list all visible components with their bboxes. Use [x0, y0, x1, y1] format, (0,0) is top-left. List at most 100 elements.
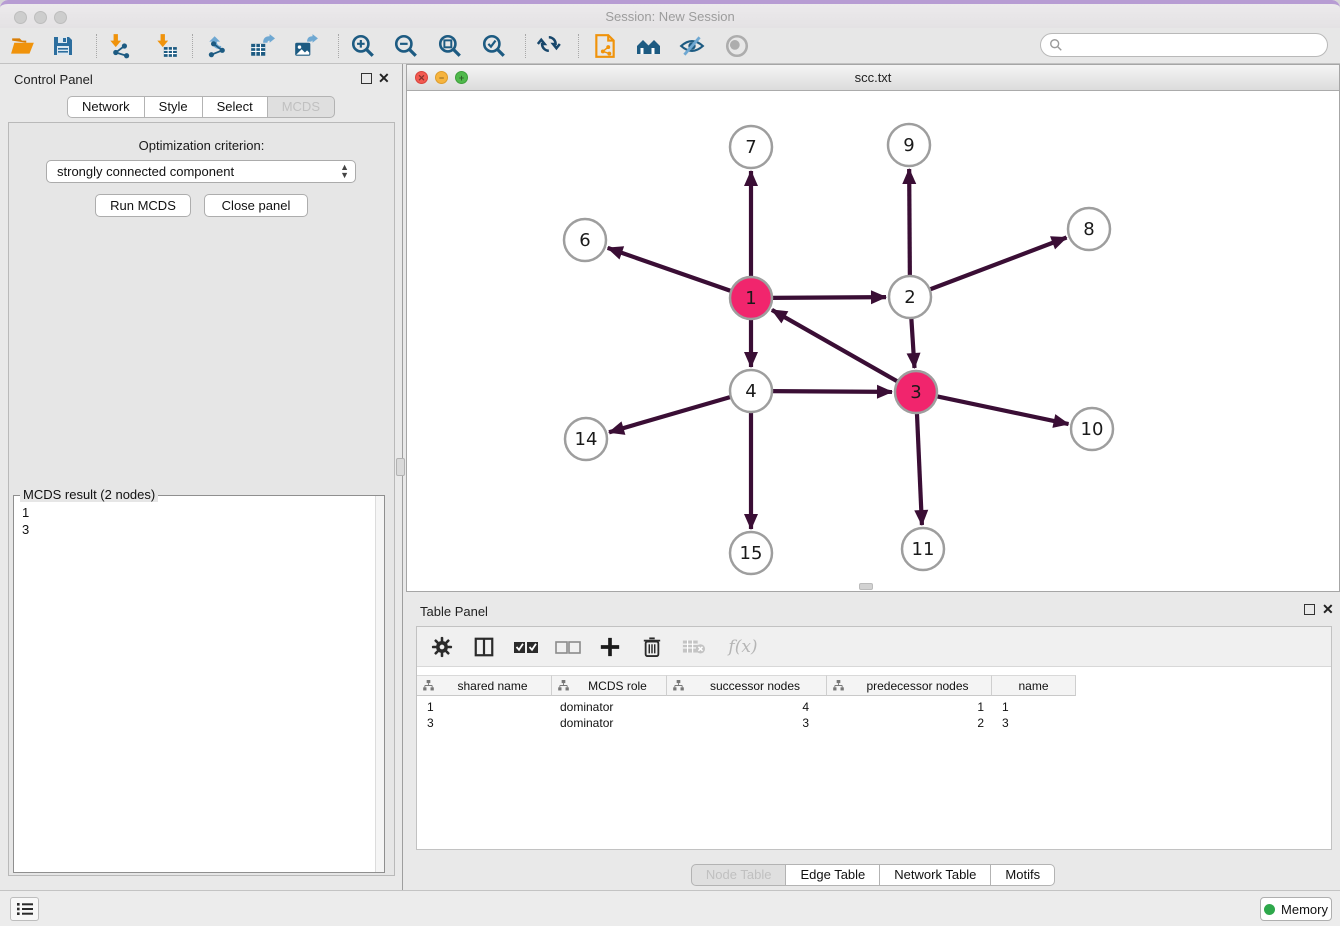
criterion-select[interactable]: strongly connected component ▲▼ [46, 160, 356, 183]
export-table-icon[interactable] [247, 31, 277, 61]
cell-predecessor-nodes[interactable]: 2 [827, 715, 992, 731]
table-row[interactable]: 1 dominator 4 1 1 [417, 699, 1076, 715]
svg-text:6: 6 [579, 230, 590, 251]
select-all-checks-icon[interactable] [513, 634, 539, 660]
graph-node-8[interactable]: 8 [1068, 208, 1110, 250]
graph-node-6[interactable]: 6 [564, 219, 606, 261]
hierarchy-icon [423, 680, 434, 691]
graph-edge-3-1[interactable] [772, 310, 899, 382]
close-table-panel-icon[interactable]: ✕ [1322, 601, 1334, 618]
memory-status-icon [1264, 904, 1275, 915]
gear-icon[interactable] [429, 634, 455, 660]
deselect-all-checks-icon[interactable] [555, 634, 581, 660]
graph-node-11[interactable]: 11 [902, 528, 944, 570]
close-panel-button[interactable]: Close panel [204, 194, 308, 217]
split-column-icon[interactable] [471, 634, 497, 660]
graph-edge-2-3[interactable] [911, 317, 914, 368]
tab-mcds[interactable]: MCDS [268, 96, 335, 118]
cell-name[interactable]: 3 [992, 715, 1076, 731]
graph-node-9[interactable]: 9 [888, 124, 930, 166]
new-network-view-icon[interactable] [590, 31, 620, 61]
open-session-icon[interactable] [8, 31, 38, 61]
mcds-result-list[interactable]: 1 3 [14, 498, 374, 872]
cell-shared-name[interactable]: 3 [417, 715, 552, 731]
graph-node-7[interactable]: 7 [730, 126, 772, 168]
export-image-icon[interactable] [291, 31, 321, 61]
delete-column-icon[interactable] [639, 634, 665, 660]
svg-text:2: 2 [904, 287, 915, 308]
float-panel-icon[interactable] [361, 73, 372, 84]
graph-edge-4-3[interactable] [771, 391, 892, 392]
network-canvas[interactable]: 7 9 6 8 1 2 4 3 14 10 15 11 [407, 91, 1339, 591]
graph-node-10[interactable]: 10 [1071, 408, 1113, 450]
save-session-icon[interactable] [48, 31, 78, 61]
result-item[interactable]: 1 [22, 504, 374, 521]
import-table-icon[interactable] [151, 31, 181, 61]
delete-table-icon[interactable] [681, 634, 707, 660]
zoom-in-icon[interactable] [348, 31, 378, 61]
column-header-mcds-role[interactable]: MCDS role [552, 675, 667, 696]
toolbar-separator [578, 34, 579, 58]
column-header-name[interactable]: name [992, 675, 1076, 696]
zoom-fit-icon[interactable] [435, 31, 465, 61]
table-row[interactable]: 3 dominator 3 2 3 [417, 715, 1076, 731]
network-window-titlebar[interactable]: ✕ − + scc.txt [407, 65, 1339, 91]
graph-node-4[interactable]: 4 [730, 370, 772, 412]
network-graph: 7 9 6 8 1 2 4 3 14 10 15 11 [407, 91, 1339, 591]
graph-node-2[interactable]: 2 [889, 276, 931, 318]
search-input[interactable] [1063, 35, 1327, 55]
svg-text:4: 4 [745, 381, 756, 402]
zoom-selected-icon[interactable] [479, 31, 509, 61]
add-column-icon[interactable] [597, 634, 623, 660]
graph-edge-1-6[interactable] [608, 248, 732, 291]
graph-edge-3-10[interactable] [936, 396, 1069, 424]
cell-mcds-role[interactable]: dominator [552, 699, 667, 715]
graph-edge-2-8[interactable] [929, 238, 1067, 290]
memory-button[interactable]: Memory [1260, 897, 1332, 921]
cell-name[interactable]: 1 [992, 699, 1076, 715]
splitter-handle[interactable] [396, 458, 405, 476]
export-network-icon[interactable] [204, 31, 234, 61]
show-view-icon[interactable] [722, 31, 752, 61]
tab-node-table[interactable]: Node Table [691, 864, 787, 886]
task-history-button[interactable] [10, 897, 39, 921]
column-header-shared-name[interactable]: shared name [417, 675, 552, 696]
graph-node-14[interactable]: 14 [565, 418, 607, 460]
tab-network[interactable]: Network [67, 96, 145, 118]
run-mcds-button[interactable]: Run MCDS [95, 194, 191, 217]
graph-node-3[interactable]: 3 [895, 371, 937, 413]
svg-text:8: 8 [1083, 219, 1094, 240]
cell-mcds-role[interactable]: dominator [552, 715, 667, 731]
column-header-successor-nodes[interactable]: successor nodes [667, 675, 827, 696]
refresh-layout-icon[interactable] [535, 31, 565, 61]
tab-style[interactable]: Style [145, 96, 203, 118]
tab-network-table[interactable]: Network Table [880, 864, 991, 886]
graph-edge-1-2[interactable] [771, 297, 886, 298]
control-panel-title: Control Panel [14, 72, 93, 87]
column-header-predecessor-nodes[interactable]: predecessor nodes [827, 675, 992, 696]
cell-successor-nodes[interactable]: 4 [667, 699, 827, 715]
graph-edge-2-9[interactable] [909, 169, 910, 277]
import-network-icon[interactable] [104, 31, 134, 61]
list-icon [16, 902, 34, 916]
float-table-panel-icon[interactable] [1304, 604, 1315, 615]
zoom-out-icon[interactable] [391, 31, 421, 61]
tab-select[interactable]: Select [203, 96, 268, 118]
cell-predecessor-nodes[interactable]: 1 [827, 699, 992, 715]
hide-view-icon[interactable] [677, 31, 707, 61]
tab-edge-table[interactable]: Edge Table [786, 864, 880, 886]
result-scrollbar[interactable] [375, 496, 384, 872]
cell-successor-nodes[interactable]: 3 [667, 715, 827, 731]
close-panel-icon[interactable]: ✕ [378, 70, 390, 87]
show-all-views-icon[interactable] [634, 31, 664, 61]
cell-shared-name[interactable]: 1 [417, 699, 552, 715]
canvas-resize-handle[interactable] [859, 583, 873, 590]
graph-edge-4-14[interactable] [609, 397, 732, 433]
tab-motifs[interactable]: Motifs [991, 864, 1055, 886]
graph-node-1[interactable]: 1 [730, 277, 772, 319]
graph-edge-3-11[interactable] [917, 412, 922, 525]
graph-node-15[interactable]: 15 [730, 532, 772, 574]
title-bar: Session: New Session [0, 0, 1340, 28]
result-item[interactable]: 3 [22, 521, 374, 538]
function-builder-icon[interactable]: f(x) [723, 634, 763, 660]
